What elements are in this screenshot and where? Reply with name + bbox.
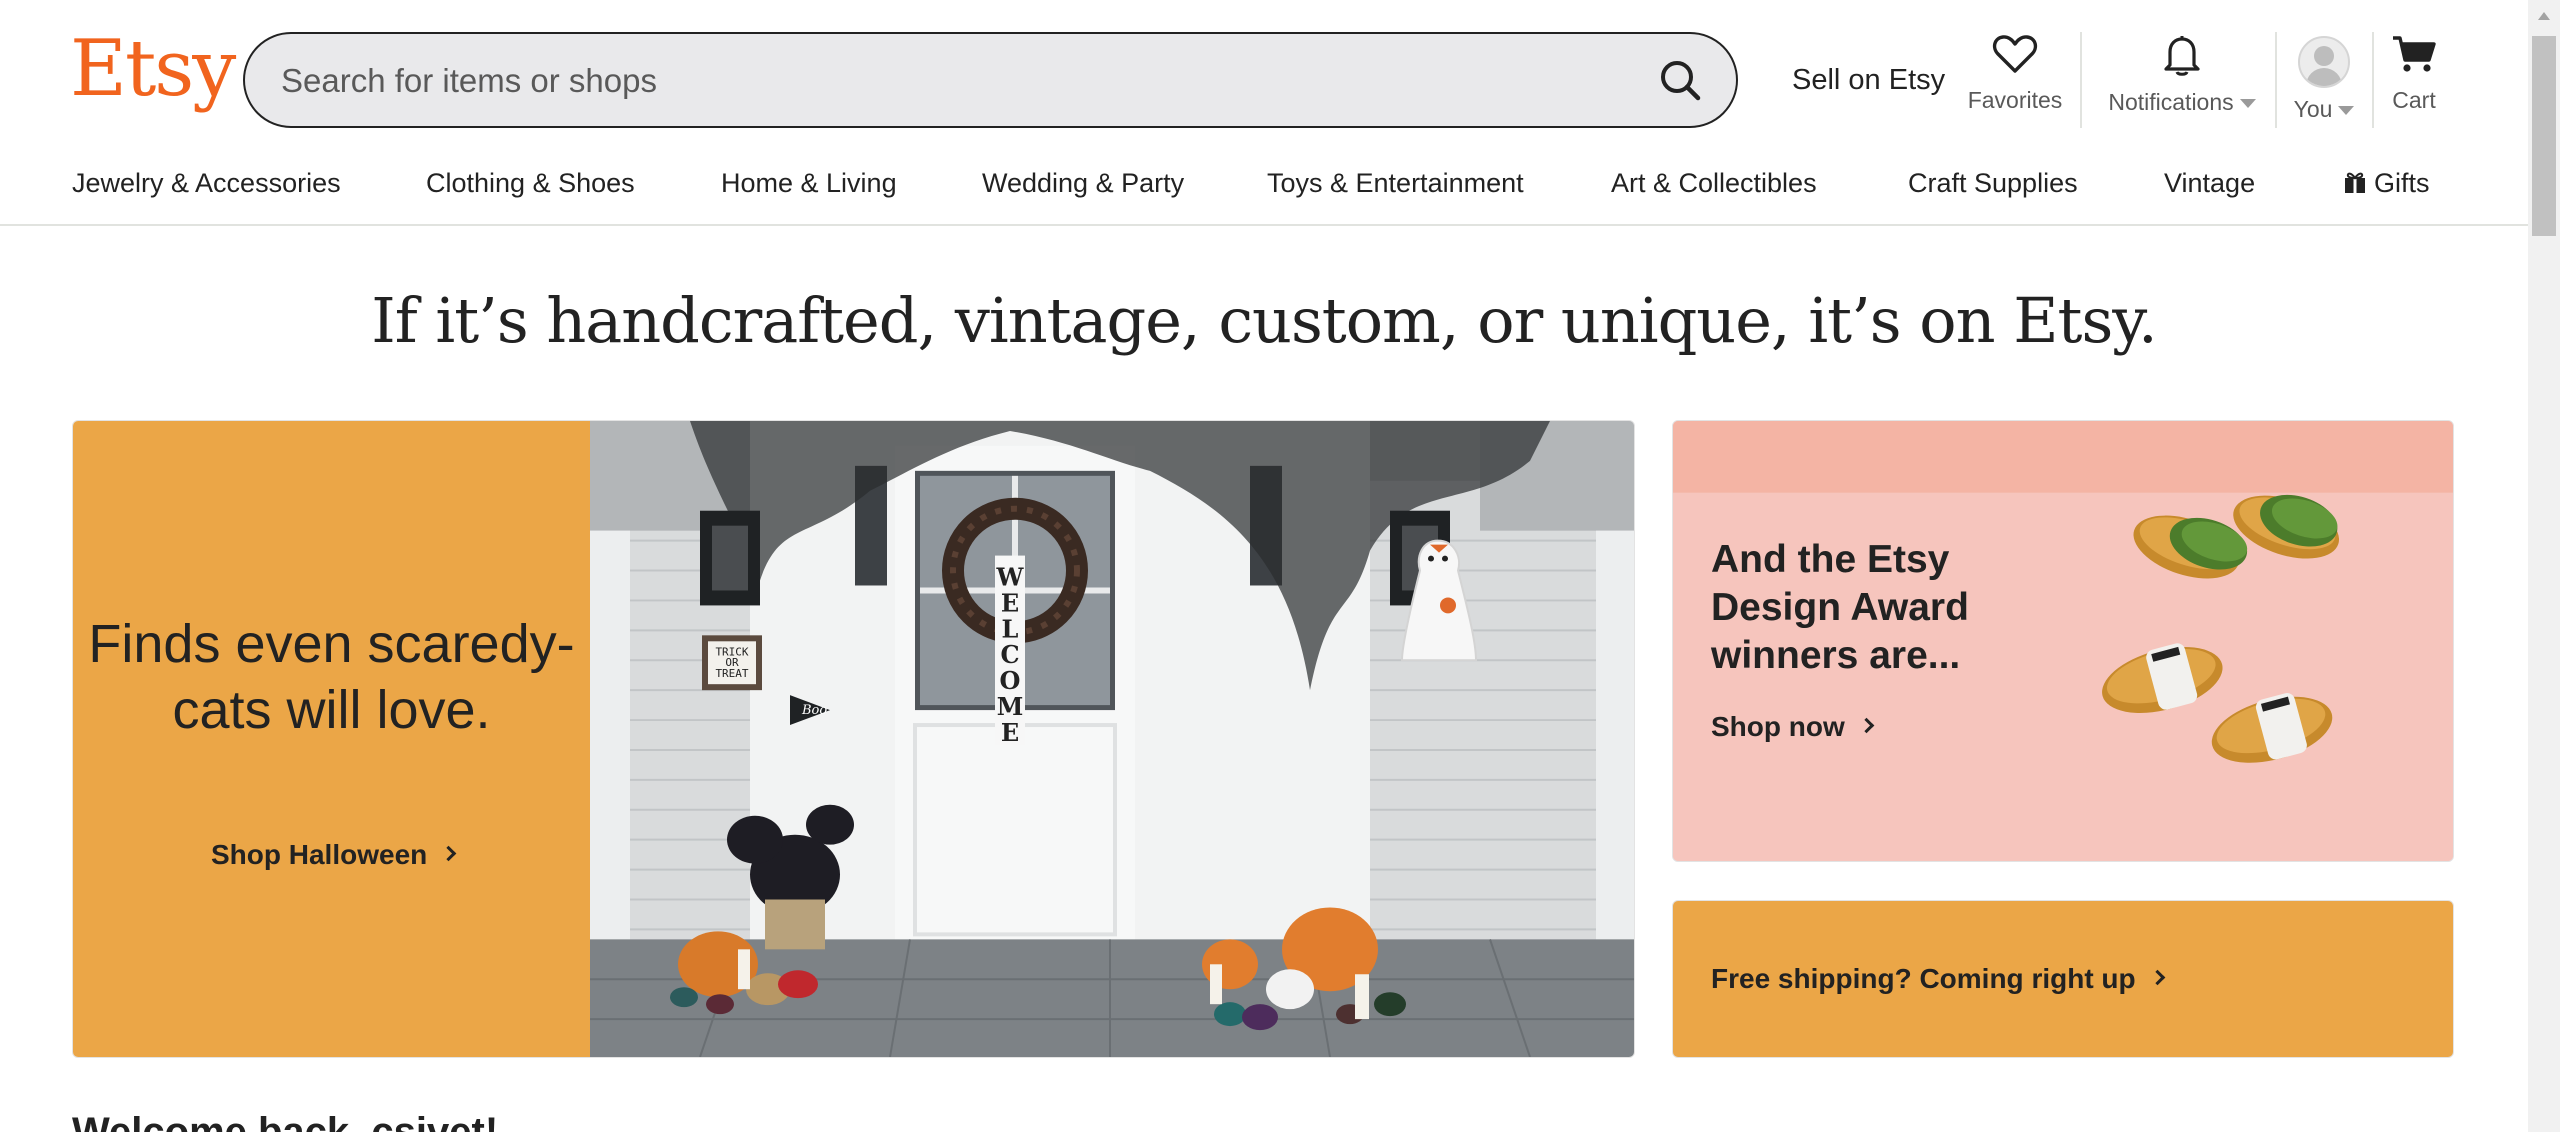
halloween-banner-heading: Finds even scaredy-cats will love. xyxy=(88,614,575,740)
category-toys-entertainment[interactable]: Toys & Entertainment xyxy=(1267,168,1524,199)
boo-pennant-text: Boo xyxy=(801,703,827,718)
chevron-right-icon xyxy=(1858,717,1875,734)
category-clothing-shoes[interactable]: Clothing & Shoes xyxy=(426,168,635,199)
sell-on-etsy-link[interactable]: Sell on Etsy xyxy=(1792,64,1945,97)
free-shipping-text: Free shipping? Coming right up xyxy=(1711,963,2136,994)
search-bar xyxy=(243,32,1738,128)
shop-halloween-text: Shop Halloween xyxy=(211,839,428,870)
you-text: You xyxy=(2293,96,2333,122)
you-label: You xyxy=(2282,96,2366,123)
category-vintage[interactable]: Vintage xyxy=(2164,168,2255,199)
gifts-label: Gifts xyxy=(2374,168,2430,198)
chevron-right-icon xyxy=(2149,969,2165,986)
bell-icon xyxy=(2164,36,2200,76)
halloween-banner-panel: Finds even scaredy-cats will love. Shop … xyxy=(73,421,590,1057)
you-account-button[interactable]: You xyxy=(2282,34,2366,123)
nav-divider xyxy=(2080,32,2082,128)
avatar xyxy=(2298,36,2350,88)
page-scrollbar[interactable] xyxy=(2528,0,2560,1132)
welcome-sign-letter: W xyxy=(996,564,1025,592)
gift-icon xyxy=(2345,172,2365,193)
welcome-sign-letter: L xyxy=(1002,615,1019,643)
search-icon xyxy=(1661,61,1701,101)
favorites-label: Favorites xyxy=(1967,87,2063,113)
favorites-button[interactable]: Favorites xyxy=(1960,34,2070,114)
nav-divider xyxy=(2275,32,2277,128)
nav-divider xyxy=(2372,32,2374,128)
etsy-logo[interactable]: Etsy xyxy=(70,30,236,108)
welcome-sign-letter: E xyxy=(1001,719,1019,747)
design-award-banner[interactable]: And the Etsy Design Award winners are...… xyxy=(1672,420,2454,862)
chevron-right-icon xyxy=(440,845,457,862)
shop-now-text: Shop now xyxy=(1711,711,1845,742)
welcome-sign-letter: E xyxy=(1001,589,1019,617)
welcome-sign-letter: M xyxy=(997,693,1024,721)
shop-halloween-link[interactable]: Shop Halloween xyxy=(211,839,457,871)
free-shipping-link[interactable]: Free shipping? Coming right up xyxy=(1711,963,2165,995)
category-nav: Jewelry & Accessories Clothing & Shoes H… xyxy=(72,168,2442,208)
category-art-collectibles[interactable]: Art & Collectibles xyxy=(1611,168,1817,199)
notifications-label: Notifications xyxy=(2092,89,2272,116)
heart-icon xyxy=(1992,35,2038,73)
search-input[interactable] xyxy=(281,58,1581,104)
shop-now-link[interactable]: Shop now xyxy=(1711,711,1875,743)
notifications-text: Notifications xyxy=(2108,89,2234,115)
cart-icon xyxy=(2393,36,2436,72)
cart-label: Cart xyxy=(2392,87,2436,113)
scroll-thumb[interactable] xyxy=(2532,36,2556,236)
search-button[interactable] xyxy=(1654,54,1708,108)
welcome-sign-letter: C xyxy=(1000,641,1019,669)
welcome-sign-letter: O xyxy=(1000,667,1021,695)
category-gifts[interactable]: Gifts xyxy=(2344,168,2430,199)
chevron-down-icon xyxy=(2338,106,2355,116)
design-award-heading: And the Etsy Design Award winners are... xyxy=(1711,538,1969,677)
free-shipping-banner[interactable]: Free shipping? Coming right up xyxy=(1672,900,2454,1058)
notifications-button[interactable]: Notifications xyxy=(2092,34,2272,116)
category-wedding-party[interactable]: Wedding & Party xyxy=(982,168,1184,199)
cart-button[interactable]: Cart xyxy=(2376,34,2452,114)
halloween-porch-photo: TRICK OR TREAT Boo WELCOME xyxy=(590,421,1634,1057)
category-jewelry-accessories[interactable]: Jewelry & Accessories xyxy=(72,168,341,199)
category-craft-supplies[interactable]: Craft Supplies xyxy=(1908,168,2078,199)
category-home-living[interactable]: Home & Living xyxy=(721,168,897,199)
site-header: Etsy Sell on Etsy Favorites Notification… xyxy=(0,0,2528,226)
page-tagline: If it’s handcrafted, vintage, custom, or… xyxy=(371,284,2158,357)
scroll-up-arrow-icon[interactable] xyxy=(2538,12,2550,20)
halloween-banner[interactable]: Finds even scaredy-cats will love. Shop … xyxy=(72,420,1635,1058)
chevron-down-icon xyxy=(2239,99,2256,109)
welcome-heading: Welcome back, csivet! xyxy=(72,1110,499,1132)
